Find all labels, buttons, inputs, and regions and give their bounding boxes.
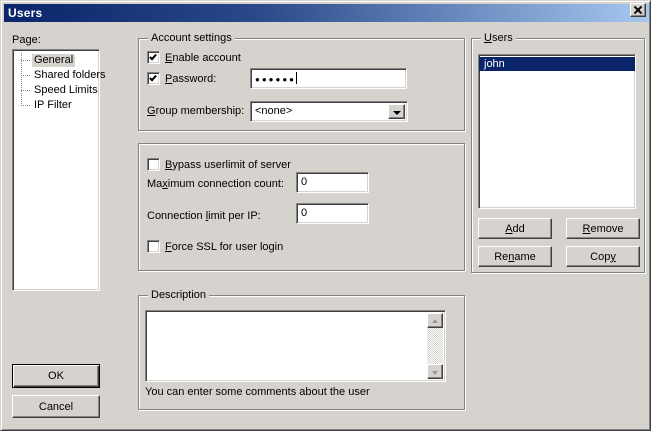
scroll-down-button[interactable]: [427, 364, 443, 379]
tree-connector: [21, 75, 30, 76]
password-input[interactable]: ●●●●●●: [250, 68, 407, 89]
scroll-down-icon: [432, 371, 438, 375]
account-settings-group: Account settings Enable account Password…: [138, 38, 465, 131]
scroll-up-icon: [432, 319, 438, 323]
description-scrollbar[interactable]: [427, 313, 443, 379]
description-group-title: Description: [148, 289, 209, 302]
connection-limit-per-ip-value: 0: [301, 207, 307, 219]
user-list-item[interactable]: john: [479, 57, 635, 71]
remove-button[interactable]: Remove: [566, 218, 640, 239]
description-hint: You can enter some comments about the us…: [145, 386, 370, 398]
tree-item-ip-filter[interactable]: IP Filter: [13, 98, 99, 113]
account-settings-group-title: Account settings: [148, 32, 235, 45]
text-caret: [296, 72, 297, 84]
enable-account-checkbox[interactable]: [147, 51, 160, 64]
tree-item-label: Shared folders: [32, 69, 108, 82]
check-icon: [149, 53, 157, 61]
tree-connector: [21, 60, 30, 61]
enable-account-label: Enable account: [165, 52, 241, 64]
max-connection-count-label: Maximum connection count:: [147, 178, 284, 190]
rename-button-label: Rename: [494, 251, 536, 263]
page-tree[interactable]: General Shared folders Speed Limits IP F…: [12, 49, 100, 291]
users-list[interactable]: john: [478, 54, 636, 209]
force-ssl-checkbox[interactable]: [147, 240, 160, 253]
tree-item-general[interactable]: General: [13, 53, 99, 68]
tree-item-speed-limits[interactable]: Speed Limits: [13, 83, 99, 98]
bypass-userlimit-checkbox[interactable]: [147, 158, 160, 171]
copy-button-label: Copy: [590, 251, 616, 263]
tree-item-label: General: [32, 54, 75, 67]
max-connection-count-value: 0: [301, 176, 307, 188]
ok-button-label: OK: [48, 370, 64, 382]
scroll-up-button[interactable]: [427, 313, 443, 328]
password-label: Password:: [165, 73, 216, 85]
add-button[interactable]: Add: [478, 218, 552, 239]
password-checkbox[interactable]: [147, 72, 160, 85]
tree-connector: [21, 105, 30, 106]
chevron-down-icon: [393, 111, 401, 115]
group-membership-selected-value: <none>: [255, 105, 292, 117]
add-button-label: Add: [505, 223, 525, 235]
tree-item-shared-folders[interactable]: Shared folders: [13, 68, 99, 83]
check-icon: [149, 74, 157, 82]
connection-limit-per-ip-label: Connection limit per IP:: [147, 210, 261, 222]
copy-button[interactable]: Copy: [566, 246, 640, 267]
limits-group: Bypass userlimit of server Maximum conne…: [138, 143, 465, 271]
users-group: Users john Add Remove Rename Copy: [471, 38, 645, 273]
page-label: Page:: [12, 34, 41, 46]
description-group: Description You can enter some comments …: [138, 295, 465, 410]
tree-item-label: Speed Limits: [32, 84, 100, 97]
group-membership-select[interactable]: <none>: [250, 101, 408, 122]
group-membership-dropdown-button[interactable]: [388, 104, 405, 119]
window-title: Users: [4, 6, 42, 20]
tree-item-label: IP Filter: [32, 99, 74, 112]
ok-button[interactable]: OK: [12, 364, 100, 388]
group-membership-label: Group membership:: [147, 105, 244, 117]
force-ssl-label: Force SSL for user login: [165, 241, 283, 253]
close-button[interactable]: [630, 3, 646, 17]
titlebar: Users: [4, 4, 649, 22]
connection-limit-per-ip-input[interactable]: 0: [296, 203, 369, 224]
remove-button-label: Remove: [583, 223, 624, 235]
description-textarea[interactable]: [145, 310, 446, 382]
close-icon: [633, 9, 643, 11]
bypass-userlimit-label: Bypass userlimit of server: [165, 159, 291, 171]
cancel-button-label: Cancel: [39, 401, 73, 413]
tree-connector: [21, 90, 30, 91]
users-dialog: Users Page: General Shared folders Speed…: [0, 0, 651, 431]
cancel-button[interactable]: Cancel: [12, 395, 100, 418]
users-group-title: Users: [481, 32, 516, 45]
max-connection-count-input[interactable]: 0: [296, 172, 369, 193]
rename-button[interactable]: Rename: [478, 246, 552, 267]
password-masked-value: ●●●●●●: [255, 75, 296, 84]
